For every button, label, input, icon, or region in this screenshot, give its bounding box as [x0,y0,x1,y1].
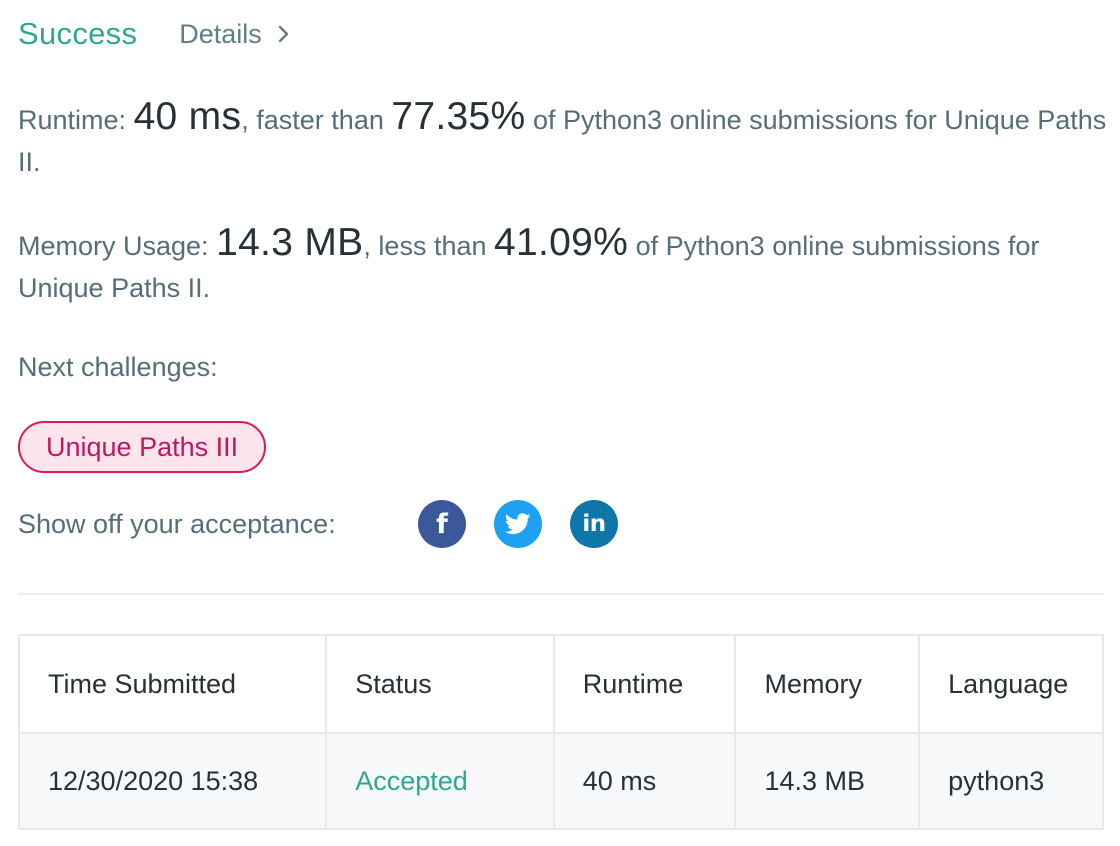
chevron-right-icon [278,25,290,43]
facebook-icon[interactable]: f [418,500,466,548]
share-row: Show off your acceptance: f in [18,500,646,548]
cell-memory: 14.3 MB [734,732,921,830]
column-header-runtime: Runtime [552,634,737,734]
memory-summary: Memory Usage: 14.3 MB, less than 41.09% … [18,222,1113,309]
cell-language: python3 [918,732,1104,830]
column-header-language: Language [918,634,1104,734]
runtime-value: 40 ms [133,95,242,138]
runtime-summary: Runtime: 40 ms, faster than 77.35% of Py… [18,96,1113,183]
challenge-link-unique-paths-iii[interactable]: Unique Paths III [18,421,267,473]
memory-comparison: , less than [363,231,487,261]
twitter-icon[interactable] [494,500,542,548]
result-status-title: Success [18,16,138,51]
table-header-row: Time Submitted Status Runtime Memory Lan… [17,634,1104,734]
memory-label: Memory Usage: [18,231,209,261]
section-divider [18,593,1104,595]
memory-percent: 41.09% [494,221,629,264]
memory-value: 14.3 MB [216,221,364,264]
table-row: 12/30/2020 15:38 Accepted 40 ms 14.3 MB … [17,732,1104,830]
column-header-memory: Memory [734,634,921,734]
next-challenges-label: Next challenges: [18,352,218,382]
result-header: Success Details [18,14,290,54]
runtime-label: Runtime: [18,105,127,135]
linkedin-icon[interactable]: in [570,500,618,548]
cell-time-submitted: 12/30/2020 15:38 [17,732,328,830]
runtime-percent: 77.35% [391,95,526,138]
cell-runtime: 40 ms [552,732,737,830]
runtime-comparison: , faster than [241,105,384,135]
submissions-table: Time Submitted Status Runtime Memory Lan… [17,634,1104,830]
column-header-time: Time Submitted [17,634,328,734]
share-label: Show off your acceptance: [18,508,336,539]
details-link[interactable]: Details [179,19,290,50]
status-link-accepted[interactable]: Accepted [325,732,555,830]
details-label: Details [179,18,262,49]
column-header-status: Status [325,634,555,734]
